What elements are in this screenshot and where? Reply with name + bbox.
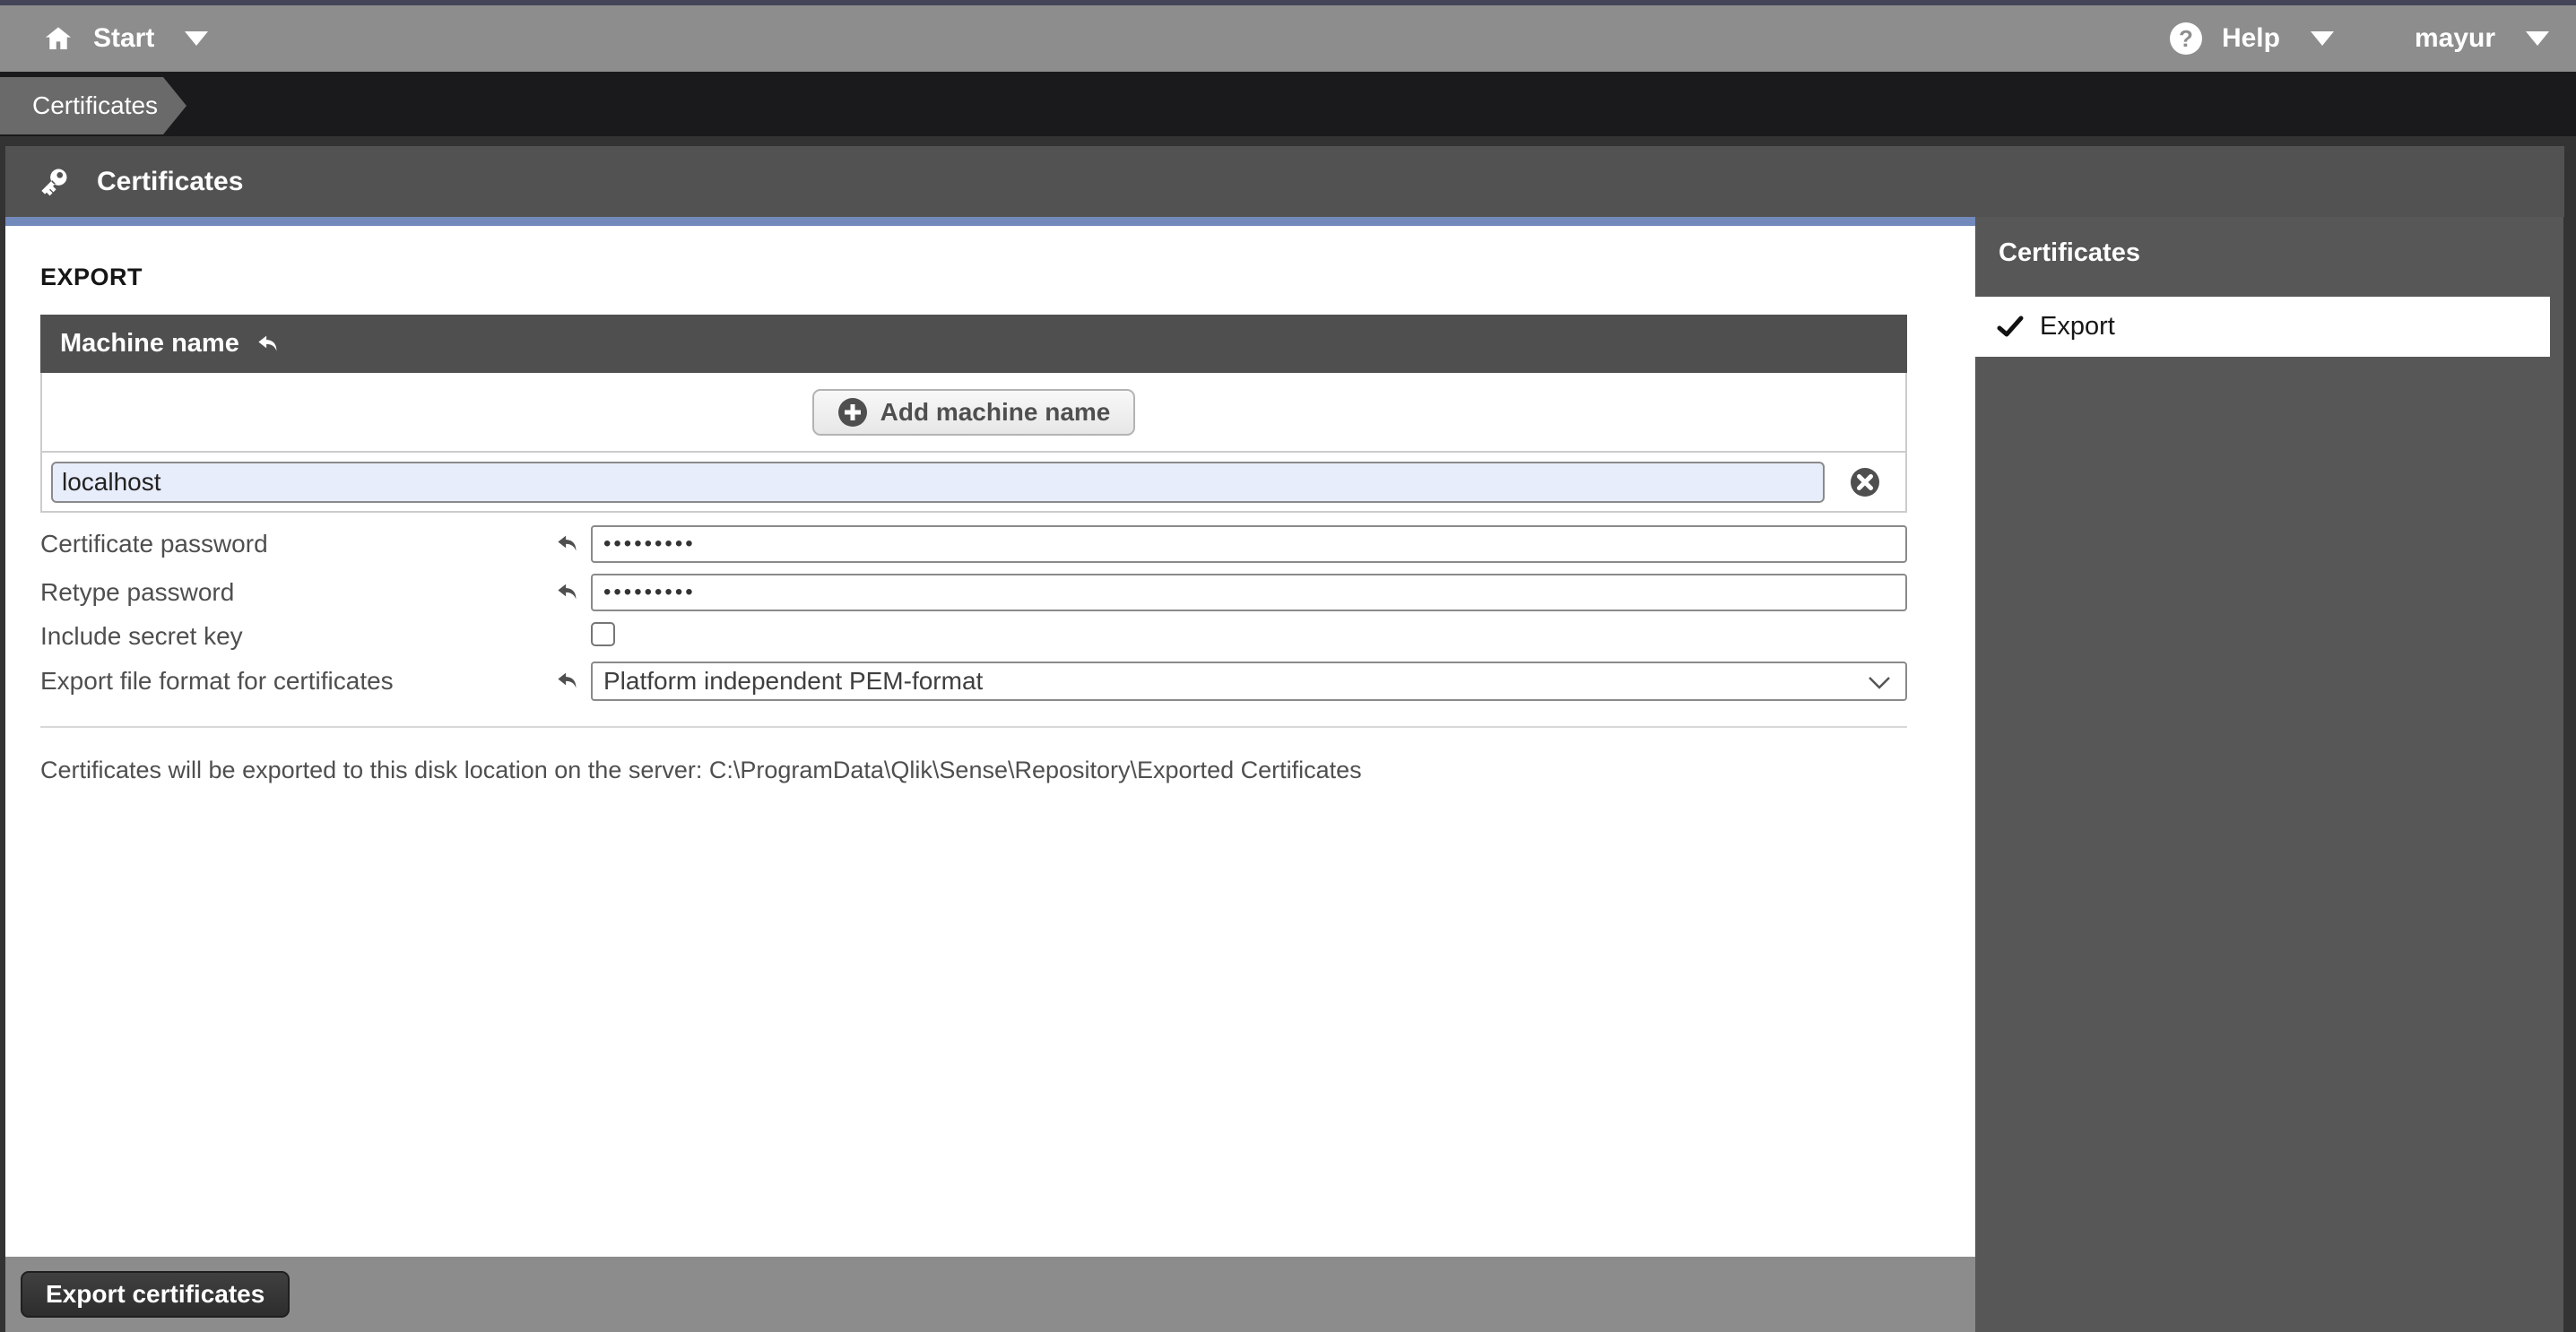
- reset-default-icon: [553, 531, 591, 558]
- user-menu[interactable]: mayur: [2415, 23, 2549, 54]
- plus-circle-icon: [837, 397, 868, 428]
- machine-name-row: [40, 453, 1907, 513]
- include-secret-key-row: Include secret key: [40, 622, 1907, 651]
- content-column: EXPORT Machine name: [5, 217, 1975, 1332]
- start-label: Start: [93, 23, 154, 54]
- export-form: Certificate password Retype password: [40, 525, 1907, 701]
- reset-default-icon: [553, 579, 591, 606]
- sidebar-item-export-label: Export: [2040, 312, 2115, 342]
- retype-password-label: Retype password: [40, 578, 553, 607]
- add-machine-name-button[interactable]: Add machine name: [812, 389, 1136, 436]
- export-location-info: Certificates will be exported to this di…: [40, 757, 1907, 784]
- chevron-down-icon: [1868, 676, 1891, 690]
- include-secret-key-label: Include secret key: [40, 622, 553, 651]
- certificate-password-row: Certificate password: [40, 525, 1907, 563]
- user-name: mayur: [2415, 23, 2495, 54]
- start-caret-icon: [185, 31, 208, 46]
- help-label: Help: [2222, 23, 2280, 54]
- retype-password-input[interactable]: [591, 574, 1907, 611]
- include-secret-key-checkbox[interactable]: [591, 622, 615, 646]
- start-menu[interactable]: Start: [43, 23, 208, 54]
- accent-strip: [5, 217, 1975, 226]
- certificate-password-input[interactable]: [591, 525, 1907, 563]
- top-bar-right: ? Help mayur: [2170, 22, 2549, 55]
- help-icon: ?: [2170, 22, 2202, 55]
- sidebar-title: Certificates: [1975, 217, 2563, 268]
- reset-default-icon: [553, 668, 591, 695]
- key-icon: [36, 164, 72, 200]
- breadcrumb-tab-certificates[interactable]: Certificates: [0, 77, 186, 134]
- top-bar: Start ? Help mayur: [0, 0, 2576, 72]
- sidebar-item-export[interactable]: Export: [1975, 297, 2550, 357]
- help-caret-icon: [2311, 31, 2334, 46]
- divider: [40, 726, 1907, 728]
- help-menu[interactable]: ? Help: [2170, 22, 2334, 55]
- export-format-row: Export file format for certificates Plat…: [40, 662, 1907, 701]
- machine-name-table-header: Machine name: [40, 315, 1907, 373]
- add-machine-name-label: Add machine name: [880, 398, 1111, 427]
- export-format-value: Platform independent PEM-format: [603, 667, 983, 696]
- export-panel: EXPORT Machine name: [5, 226, 1975, 1257]
- export-format-select[interactable]: Platform independent PEM-format: [591, 662, 1907, 701]
- export-certificates-button[interactable]: Export certificates: [21, 1271, 290, 1318]
- qmc-certificates-page: Start ? Help mayur Certificates: [0, 0, 2576, 1332]
- add-machine-row: Add machine name: [40, 373, 1907, 453]
- sidebar: Certificates Export: [1975, 217, 2563, 1332]
- machine-name-input[interactable]: [51, 462, 1825, 503]
- home-icon: [43, 24, 74, 53]
- delete-cross-icon: [1850, 467, 1880, 497]
- reset-default-icon: [254, 331, 282, 358]
- app-frame: Certificates EXPORT Machine name: [0, 136, 2576, 1332]
- action-bar: Export certificates: [5, 1257, 1975, 1332]
- machine-name-column-label: Machine name: [60, 329, 239, 359]
- export-format-label: Export file format for certificates: [40, 667, 553, 696]
- user-caret-icon: [2526, 31, 2549, 46]
- remove-machine-button[interactable]: [1850, 467, 1880, 497]
- page-header: Certificates: [5, 146, 2564, 217]
- section-title: EXPORT: [40, 264, 1907, 291]
- certificate-password-label: Certificate password: [40, 530, 553, 558]
- check-icon: [1997, 316, 2024, 339]
- machine-name-table: Machine name: [40, 315, 1907, 513]
- page-title: Certificates: [97, 167, 243, 197]
- breadcrumb-tab-label: Certificates: [32, 91, 158, 120]
- retype-password-row: Retype password: [40, 574, 1907, 611]
- breadcrumb: Certificates: [0, 72, 2576, 136]
